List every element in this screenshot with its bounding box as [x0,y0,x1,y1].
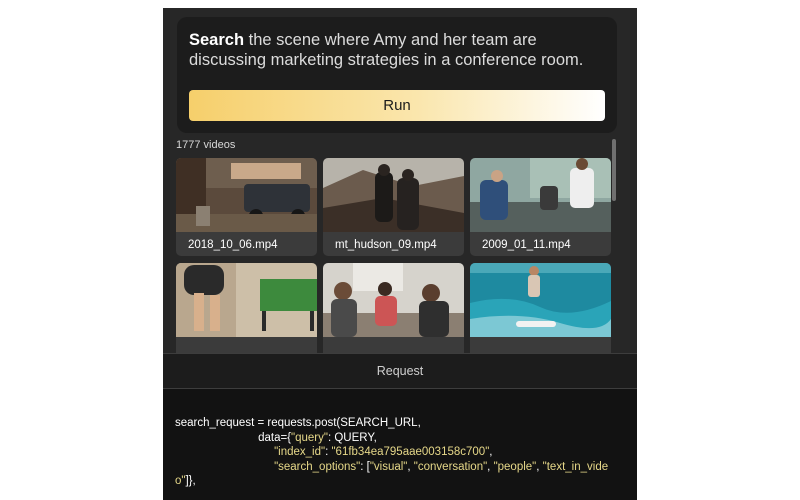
code-comma: , [489,446,493,458]
query-card: Search the scene where Amy and her team … [177,17,617,133]
video-tile[interactable] [470,263,611,361]
code-index-value: "61fb34ea795aae003158c700" [331,446,490,458]
query-description: the scene where Amy and her team are dis… [189,31,584,69]
code-bracket: : [ [360,460,370,473]
video-thumbnail-surfer [470,263,611,337]
video-tile[interactable] [176,263,317,361]
video-tile[interactable]: mt_hudson_09.mp4 [323,158,464,256]
code-close: ]}, [185,475,196,487]
video-thumbnail-conference [323,263,464,337]
code-options-key: "search_options" [274,460,361,473]
video-thumbnail-hikers [323,158,464,232]
run-button[interactable]: Run [189,90,605,121]
video-tile[interactable] [323,263,464,361]
request-code: search_request = requests.post(SEARCH_UR… [175,416,608,489]
code-option-visual: "visual" [369,460,408,473]
code-data-kw: data={ [258,431,292,444]
results-scrollbar[interactable] [612,139,616,201]
request-code-block: search_request = requests.post(SEARCH_UR… [163,389,637,500]
code-option-text-in-video-wrap: o" [175,475,186,487]
code-line-1: search_request = requests.post(SEARCH_UR… [175,417,421,429]
code-query-key: "query" [291,431,328,444]
query-text: Search the scene where Amy and her team … [189,30,609,70]
video-thumbnail-office [470,158,611,232]
video-filename: 2018_10_06.mp4 [188,239,278,251]
video-filename: 2009_01_11.mp4 [482,239,571,251]
video-tile[interactable]: 2018_10_06.mp4 [176,158,317,256]
video-thumbnail-camping [176,158,317,232]
video-count: 1777 videos [176,139,236,151]
video-thumbnail-bench [176,263,317,337]
request-header: Request [163,354,637,388]
video-tile[interactable]: 2009_01_11.mp4 [470,158,611,256]
search-demo-panel: Search the scene where Amy and her team … [163,8,637,500]
query-keyword: Search [189,31,245,49]
video-filename: mt_hudson_09.mp4 [335,239,437,251]
code-option-people: "people" [493,460,537,473]
code-query-value: : QUERY, [327,431,377,444]
code-option-conversation: "conversation" [413,460,488,473]
code-index-key: "index_id" [274,446,326,458]
code-option-text-in-video: "text_in_vide [542,460,609,473]
